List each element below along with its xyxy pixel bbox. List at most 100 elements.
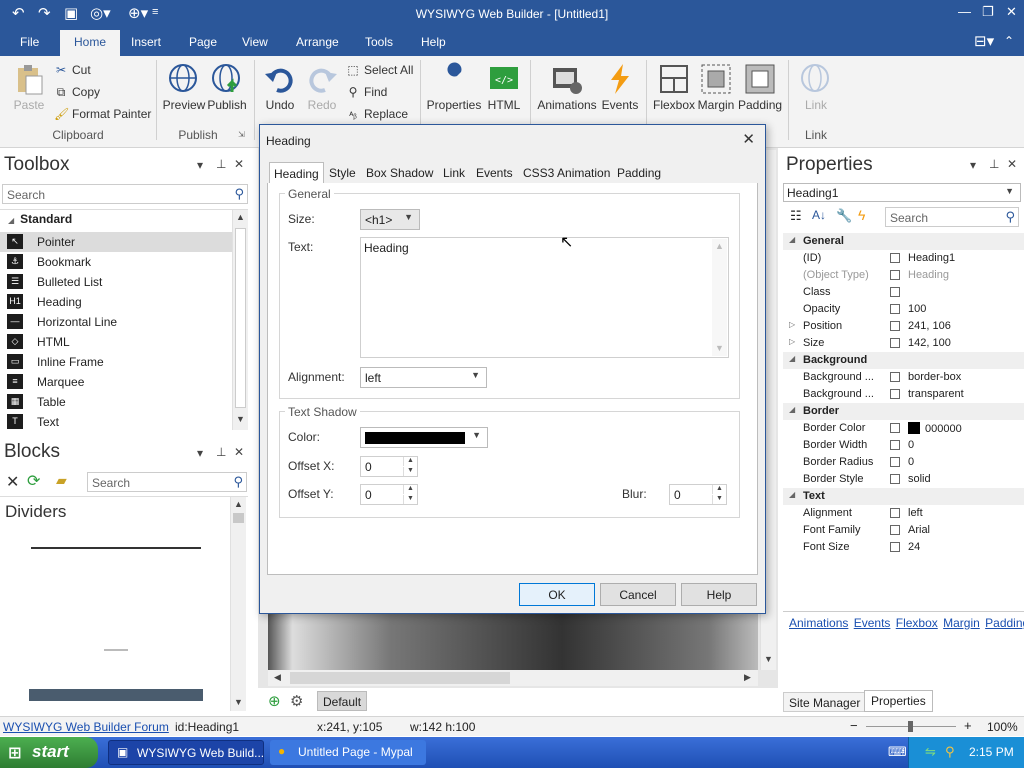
dialog-launcher-icon[interactable]: ⇲ <box>238 130 245 139</box>
flexbox-button[interactable]: Flexbox <box>652 62 696 112</box>
toolbox-category[interactable]: ◢ Standard <box>8 212 72 226</box>
publish-button[interactable]: Publish <box>205 62 249 112</box>
scroll-down-icon[interactable]: ▼ <box>233 414 248 424</box>
property-row[interactable]: Border Width 0 <box>783 437 1024 454</box>
cancel-button[interactable]: Cancel <box>600 583 676 606</box>
zoom-in-icon[interactable]: + <box>964 718 972 733</box>
close-button[interactable]: ✕ <box>1006 4 1017 20</box>
tab-view[interactable]: View <box>242 35 268 49</box>
property-editor-icon[interactable] <box>890 372 900 382</box>
taskbar-item-mypal[interactable]: ● Untitled Page - Mypal <box>270 740 426 765</box>
link-button[interactable]: Link <box>796 62 836 112</box>
property-row[interactable]: Background ... border-box <box>783 369 1024 386</box>
dialog-tab-heading[interactable]: Heading <box>269 162 324 185</box>
property-value[interactable]: 142, 100 <box>908 337 951 349</box>
divider-preview[interactable] <box>31 547 201 549</box>
tab-arrange[interactable]: Arrange <box>296 35 339 49</box>
scroll-up-icon[interactable]: ▲ <box>712 241 727 251</box>
properties-button[interactable]: Properties <box>426 62 482 112</box>
add-folder-icon[interactable]: ▰ <box>56 472 67 489</box>
search-icon[interactable]: ⚲ <box>1005 209 1015 225</box>
toolbox-item[interactable]: ⚓ Bookmark <box>0 252 232 272</box>
scroll-down-icon[interactable]: ▼ <box>231 697 246 707</box>
spin-down-icon[interactable]: ▼ <box>403 495 417 504</box>
size-select[interactable]: <h1> ▼ <box>360 209 420 230</box>
spin-up-icon[interactable]: ▲ <box>712 485 726 494</box>
property-editor-icon[interactable] <box>890 321 900 331</box>
collapse-icon[interactable]: ◢ <box>789 235 795 244</box>
toolbox-item[interactable]: T Text <box>0 412 232 432</box>
collapse-icon[interactable]: ◢ <box>789 490 795 499</box>
toolbox-search-input[interactable]: Search ⚲ <box>2 184 248 204</box>
property-value[interactable]: Arial <box>908 524 930 536</box>
dialog-tab-box-shadow[interactable]: Box Shadow <box>366 166 433 180</box>
taskbar-item-webbuilder[interactable]: ▣ WYSIWYG Web Build... <box>108 740 264 765</box>
scroll-left-icon[interactable]: ◀ <box>270 672 285 683</box>
property-value[interactable]: solid <box>908 473 931 485</box>
property-editor-icon[interactable] <box>890 525 900 535</box>
add-page-icon[interactable]: ⊕ <box>268 692 281 710</box>
tab-insert[interactable]: Insert <box>131 35 161 49</box>
cut-button[interactable]: ✂ Cut <box>54 63 91 77</box>
divider-preview-text[interactable] <box>104 649 128 651</box>
search-tray-icon[interactable]: ⚲ <box>945 744 955 760</box>
toolbox-item[interactable]: ▭ Inline Frame <box>0 352 232 372</box>
replace-button[interactable]: ᴬᵦ Replace <box>346 107 408 121</box>
property-row[interactable]: ▷ Size 142, 100 <box>783 335 1024 352</box>
property-editor-icon[interactable] <box>890 440 900 450</box>
property-value[interactable]: 241, 106 <box>908 320 951 332</box>
property-editor-icon[interactable] <box>890 338 900 348</box>
tab-home[interactable]: Home <box>60 30 121 56</box>
tab-tools[interactable]: Tools <box>365 35 393 49</box>
property-value[interactable]: 0 <box>908 456 914 468</box>
property-editor-icon[interactable] <box>890 287 900 297</box>
object-select[interactable]: Heading1 ▼ <box>783 183 1021 202</box>
blocks-search-input[interactable]: Search ⚲ <box>87 472 247 492</box>
scroll-up-icon[interactable]: ▲ <box>231 499 246 509</box>
padding-button[interactable]: Padding <box>738 62 782 112</box>
zoom-out-icon[interactable]: − <box>850 718 858 733</box>
property-editor-icon[interactable] <box>890 304 900 314</box>
collapse-icon[interactable]: ◢ <box>789 405 795 414</box>
property-editor-icon[interactable] <box>890 423 900 433</box>
property-category[interactable]: ◢ Background <box>783 352 1024 369</box>
property-value[interactable]: Heading1 <box>908 252 955 264</box>
property-editor-icon[interactable] <box>890 457 900 467</box>
divider-preview-bar[interactable] <box>29 689 203 701</box>
property-editor-icon[interactable] <box>890 474 900 484</box>
dialog-tab-padding[interactable]: Padding <box>617 166 661 180</box>
help-button[interactable]: Help <box>681 583 757 606</box>
property-value[interactable]: border-box <box>908 371 961 383</box>
property-value[interactable]: 24 <box>908 541 920 553</box>
keyboard-icon[interactable]: ⌨ <box>888 744 907 760</box>
pin-icon[interactable]: ⊥ <box>216 445 226 459</box>
offset-x-spinner[interactable]: 0 ▲ ▼ <box>360 456 418 477</box>
link-events[interactable]: Events <box>854 616 891 630</box>
dialog-close-icon[interactable]: ✕ <box>742 130 755 148</box>
panel-menu-icon[interactable]: ▾ <box>970 158 976 172</box>
panel-close-icon[interactable]: ✕ <box>234 445 244 459</box>
find-button[interactable]: ⚲ Find <box>346 85 388 99</box>
scroll-up-icon[interactable]: ▲ <box>233 212 248 222</box>
property-row[interactable]: Opacity 100 <box>783 301 1024 318</box>
toolbox-item[interactable]: ↖ Pointer <box>0 232 232 252</box>
lightning-icon[interactable]: ϟ <box>858 207 865 223</box>
undo-button[interactable]: Undo <box>262 62 298 112</box>
blocks-scrollbar[interactable]: ▲ ▼ <box>230 497 246 711</box>
dialog-tab-style[interactable]: Style <box>329 166 356 180</box>
link-padding[interactable]: Padding <box>985 616 1024 630</box>
offset-y-spinner[interactable]: 0 ▲ ▼ <box>360 484 418 505</box>
margin-button[interactable]: Margin <box>696 62 736 112</box>
search-icon[interactable]: ⚲ <box>233 474 243 490</box>
property-value[interactable]: left <box>908 507 923 519</box>
property-value[interactable]: transparent <box>908 388 964 400</box>
categorized-icon[interactable]: ☷ <box>790 208 802 224</box>
property-row[interactable]: (ID) Heading1 <box>783 250 1024 267</box>
toolbox-item[interactable]: H1 Heading <box>0 292 232 312</box>
property-editor-icon[interactable] <box>890 270 900 280</box>
search-icon[interactable]: ⚲ <box>234 186 244 202</box>
spin-down-icon[interactable]: ▼ <box>712 495 726 504</box>
toolbox-item[interactable]: ≡ Marquee <box>0 372 232 392</box>
panel-menu-icon[interactable]: ▾ <box>197 446 203 460</box>
tab-help[interactable]: Help <box>421 35 446 49</box>
